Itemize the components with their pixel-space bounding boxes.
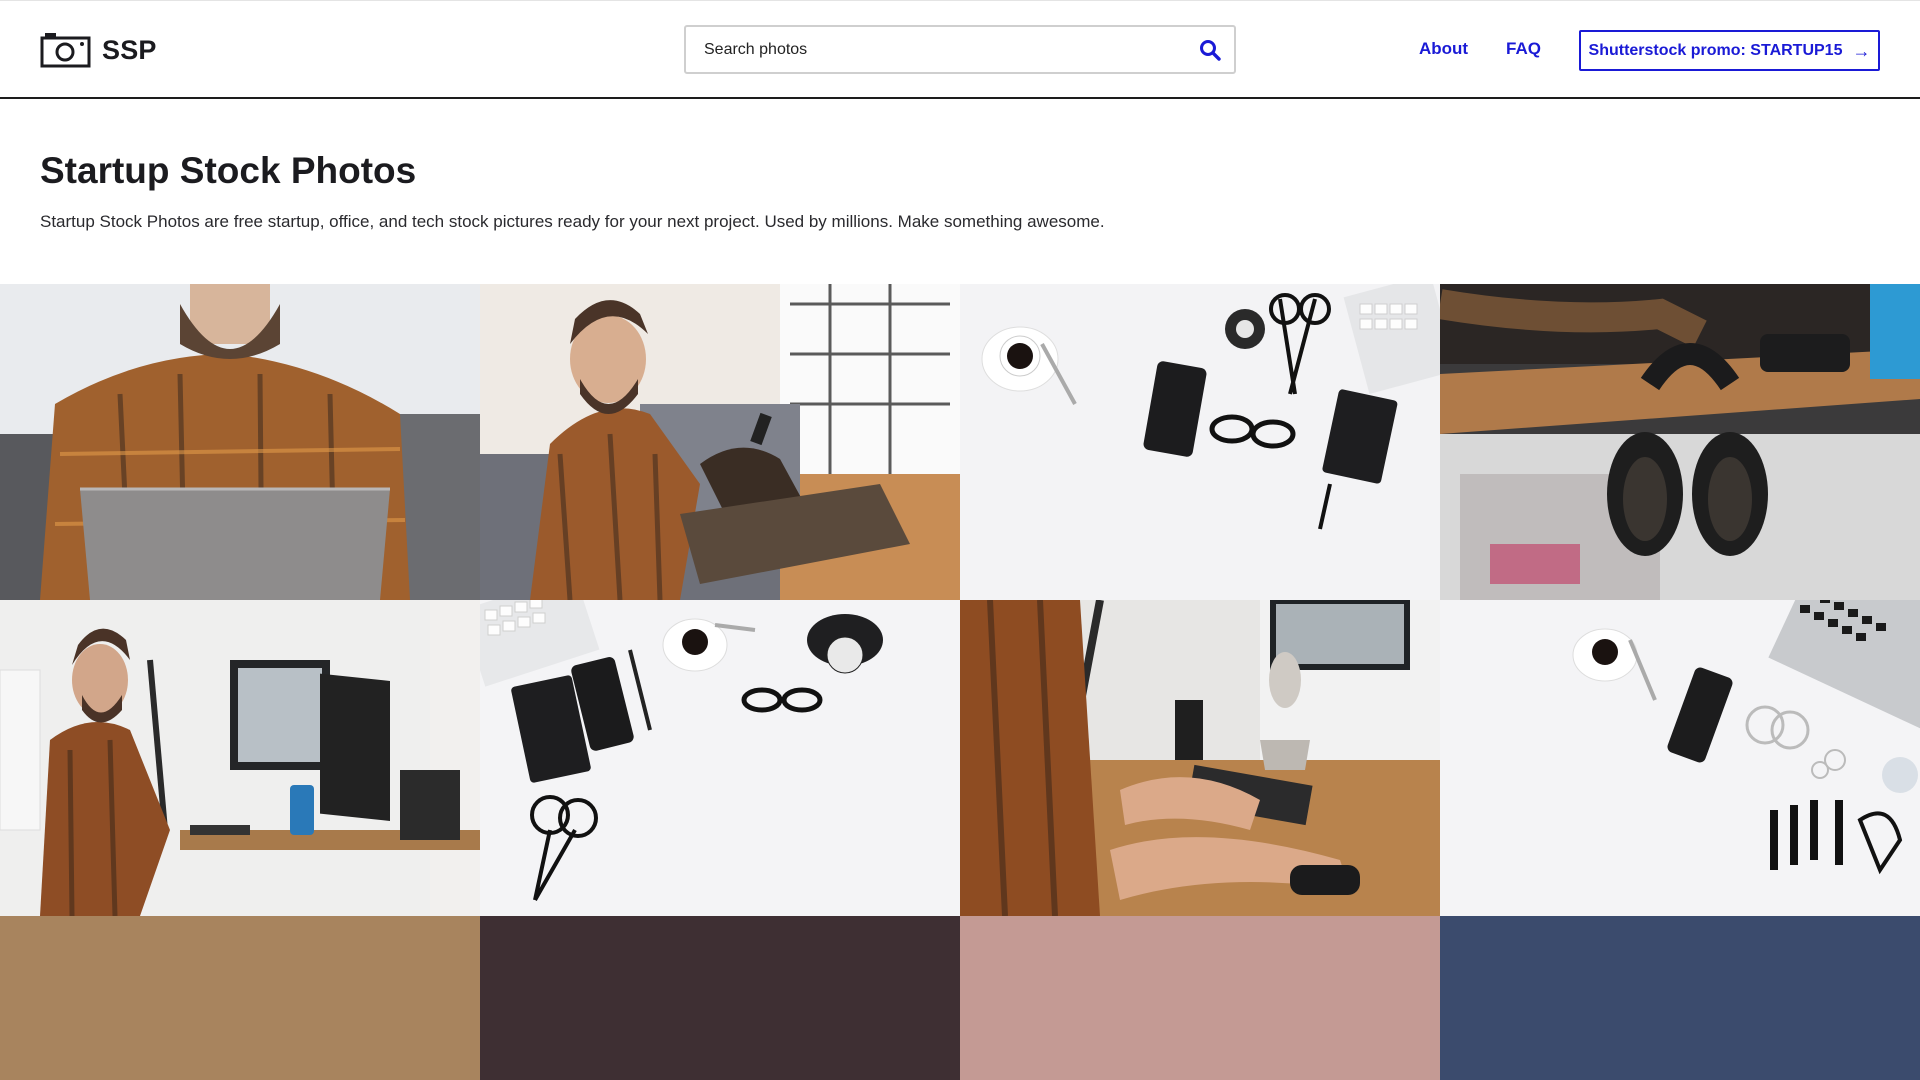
photo-tile[interactable] xyxy=(0,284,480,600)
shutterstock-promo-button[interactable]: Shutterstock promo: STARTUP15 → xyxy=(1579,30,1880,71)
photo-headphones-desk xyxy=(1440,284,1920,600)
photo-tile[interactable] xyxy=(480,284,960,600)
photo-tile[interactable] xyxy=(480,600,960,916)
photo-tile[interactable] xyxy=(0,600,480,916)
photo-man-dog-phone xyxy=(480,284,960,600)
photo-flatlay-laptop-makeup xyxy=(1440,600,1920,916)
site-logo[interactable]: SSP xyxy=(40,32,157,68)
photo-tile[interactable] xyxy=(1440,284,1920,600)
photo-tile[interactable] xyxy=(960,600,1440,916)
page-description: Startup Stock Photos are free startup, o… xyxy=(40,212,1105,231)
nav-about-link[interactable]: About xyxy=(1419,39,1468,59)
photo-flatlay-keyboard-phone xyxy=(480,600,960,916)
nav-faq-link[interactable]: FAQ xyxy=(1506,39,1541,59)
page-title: Startup Stock Photos xyxy=(40,150,417,191)
photo-man-standing-desk xyxy=(0,600,480,916)
search-input[interactable] xyxy=(686,27,1234,72)
photo-tile[interactable] xyxy=(960,284,1440,600)
camera-icon xyxy=(40,33,91,68)
arrow-right-icon: → xyxy=(1852,40,1871,61)
photo-grid xyxy=(0,284,1920,1080)
promo-label: Shutterstock promo: STARTUP15 xyxy=(1588,41,1843,59)
photo-tile-placeholder[interactable] xyxy=(960,916,1440,1080)
photo-flatlay-desk-items xyxy=(960,284,1440,600)
photo-tile-placeholder[interactable] xyxy=(0,916,480,1080)
logo-text: SSP xyxy=(102,34,157,65)
photo-tile[interactable] xyxy=(1440,600,1920,916)
photo-tile-placeholder[interactable] xyxy=(1440,916,1920,1080)
photo-man-laptop-sofa xyxy=(0,284,480,600)
search-button[interactable] xyxy=(1198,38,1222,62)
site-header: SSP About FAQ Shutterstock promo: STARTU… xyxy=(0,0,1920,99)
photo-hands-keyboard-microphone xyxy=(960,600,1440,916)
search-bar xyxy=(684,25,1236,74)
photo-tile-placeholder[interactable] xyxy=(480,916,960,1080)
search-icon xyxy=(1200,40,1221,61)
